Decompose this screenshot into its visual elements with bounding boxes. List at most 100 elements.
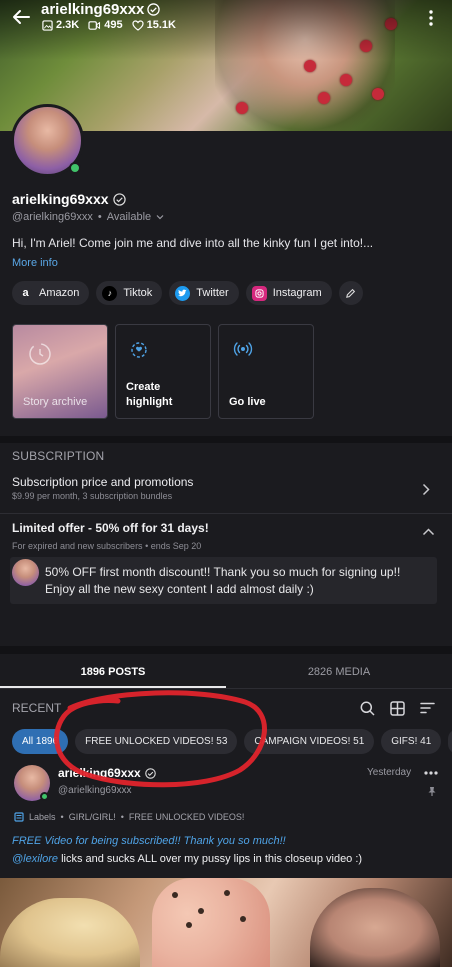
photos-count: 2.3K: [56, 19, 80, 31]
post-label[interactable]: GIRL/GIRL!: [69, 812, 116, 822]
offer-message-line1: 50% OFF first month discount!! Thank you…: [45, 565, 401, 579]
heart-icon: [132, 19, 144, 31]
tab-posts[interactable]: 1896 POSTS: [0, 655, 226, 688]
section-divider: [0, 436, 452, 443]
offer-meta: For expired and new subscribers • ends S…: [12, 541, 201, 551]
verified-icon: [144, 767, 156, 779]
offer-title: Limited offer - 50% off for 31 days!: [12, 521, 209, 535]
arrow-left-icon: [13, 10, 30, 24]
post-author-name: arielking69xxx: [58, 766, 141, 780]
chevron-down-icon[interactable]: [156, 214, 164, 220]
filter-all[interactable]: All 1896: [12, 729, 69, 754]
search-button[interactable]: [358, 699, 376, 717]
separator-dot: •: [97, 211, 102, 223]
profile-name: arielking69xxx: [12, 191, 126, 207]
social-label: Tiktok: [123, 287, 153, 299]
rose-decoration: [304, 60, 316, 72]
offer-message-box: 50% OFF first month discount!! Thank you…: [10, 557, 437, 604]
labels-prefix: Labels: [29, 812, 56, 822]
more-options-button[interactable]: [424, 8, 438, 28]
offer-message-line2: Enjoy all the new sexy content I add alm…: [45, 582, 314, 596]
subscription-heading: SUBSCRIPTION: [12, 449, 105, 463]
social-tiktok[interactable]: ♪ Tiktok: [96, 281, 163, 305]
amazon-icon: a: [18, 285, 33, 301]
create-highlight-tile[interactable]: Create highlight: [115, 324, 211, 419]
profile-bio: Hi, I'm Ariel! Come join me and dive int…: [12, 236, 374, 250]
rose-decoration: [236, 102, 248, 114]
image-icon: [42, 19, 53, 31]
pin-icon: [428, 787, 436, 796]
online-status-dot: [69, 162, 81, 174]
chevron-up-icon[interactable]: [422, 528, 435, 536]
grid-view-button[interactable]: [388, 699, 406, 717]
videos-count: 495: [104, 19, 123, 31]
pencil-icon: [346, 288, 356, 298]
post-text-line1: FREE Video for being subscribed!! Thank …: [12, 835, 286, 847]
post-timestamp: Yesterday: [367, 767, 412, 778]
photos-stat: 2.3K: [42, 19, 79, 31]
story-archive-label: Story archive: [23, 396, 88, 408]
divider: [0, 513, 452, 514]
post-author[interactable]: arielking69xxx: [58, 766, 156, 780]
divider: [0, 688, 452, 689]
create-highlight-line2: highlight: [126, 396, 173, 408]
social-label: Twitter: [196, 287, 229, 299]
instagram-icon: [251, 285, 267, 301]
profile-name-text: arielking69xxx: [12, 191, 109, 207]
filter-gifs[interactable]: GIFS! 41: [381, 729, 442, 754]
search-icon: [360, 701, 375, 716]
more-info-link[interactable]: More info: [12, 257, 58, 269]
subscription-title[interactable]: Subscription price and promotions: [12, 475, 193, 489]
filter-more[interactable]: [448, 729, 452, 754]
edit-socials-button[interactable]: [338, 281, 363, 305]
social-links: a Amazon ♪ Tiktok Twitter Instagram: [12, 281, 363, 305]
social-label: Instagram: [272, 287, 322, 299]
post-media[interactable]: [0, 878, 452, 967]
header-username-text: arielking69xxx: [41, 1, 145, 18]
chevron-right-icon[interactable]: [422, 483, 430, 496]
availability-dropdown[interactable]: Available: [107, 211, 151, 223]
create-highlight-line1: Create: [126, 381, 161, 393]
social-twitter[interactable]: Twitter: [169, 281, 239, 305]
offer-message: 50% OFF first month discount!! Thank you…: [45, 564, 430, 598]
subscription-subtitle: $9.99 per month, 3 subscription bundles: [12, 491, 173, 501]
section-divider: [0, 646, 452, 654]
likes-stat: 15.1K: [132, 19, 176, 31]
rose-decoration: [340, 74, 352, 86]
rose-decoration: [372, 88, 384, 100]
online-status-dot: [40, 792, 49, 801]
social-amazon[interactable]: a Amazon: [12, 281, 90, 305]
recent-label: RECENT: [12, 701, 62, 715]
sort-button[interactable]: [418, 699, 436, 717]
profile-handle-row: @arielking69xxx • Available: [12, 211, 164, 223]
post-mention[interactable]: @lexilore: [12, 853, 58, 865]
filter-campaign[interactable]: CAMPAIGN VIDEOS! 51: [244, 729, 375, 754]
social-instagram[interactable]: Instagram: [245, 281, 332, 305]
filter-chips: All 1896 FREE UNLOCKED VIDEOS! 53 CAMPAI…: [12, 729, 452, 754]
post-media-toy: [152, 878, 270, 967]
history-icon: [29, 343, 51, 365]
rose-decoration: [318, 92, 330, 104]
twitter-icon: [175, 285, 191, 301]
post-media-figure: [0, 898, 140, 967]
tab-media[interactable]: 2826 MEDIA: [226, 655, 452, 688]
post-labels: Labels • GIRL/GIRL! • FREE UNLOCKED VIDE…: [14, 812, 244, 822]
post-label[interactable]: FREE UNLOCKED VIDEOS!: [129, 812, 245, 822]
offer-ends: ends Sep 20: [150, 541, 202, 551]
create-highlight-label: Create highlight: [126, 380, 172, 410]
broadcast-icon: [233, 342, 253, 356]
story-archive-tile[interactable]: Story archive: [12, 324, 108, 419]
horizontal-dots-icon[interactable]: [424, 768, 438, 778]
verified-icon: [112, 192, 126, 206]
back-button[interactable]: [10, 6, 32, 28]
go-live-tile[interactable]: Go live: [218, 324, 314, 419]
grid-icon: [389, 700, 405, 716]
filter-free-unlocked[interactable]: FREE UNLOCKED VIDEOS! 53: [75, 729, 238, 754]
tiktok-icon: ♪: [102, 285, 118, 301]
header-stats: 2.3K 495 15.1K: [42, 19, 176, 31]
offer-avatar: [12, 559, 39, 586]
post-text-line2: @lexilore licks and sucks ALL over my pu…: [12, 853, 362, 865]
offer-audience: For expired and new subscribers: [12, 541, 143, 551]
separator-dot: •: [60, 812, 64, 822]
social-label: Amazon: [39, 287, 80, 299]
